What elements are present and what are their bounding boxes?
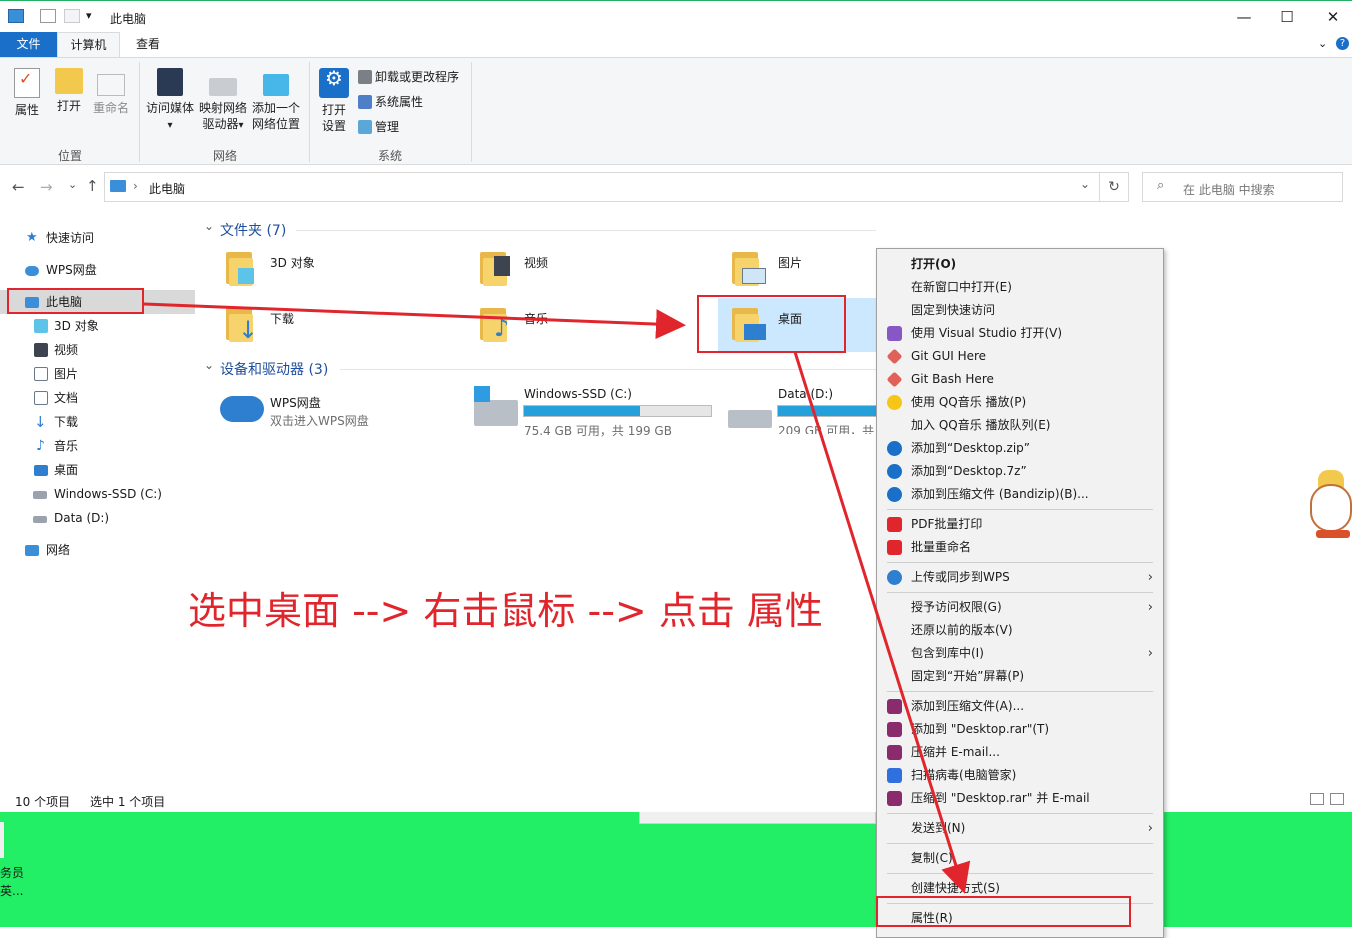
annotation-instruction-text: 选中桌面 --> 右击鼠标 --> 点击 属性 <box>188 589 823 633</box>
annotation-arrows <box>143 302 971 894</box>
arrow-this-pc-to-desktop <box>143 302 686 340</box>
